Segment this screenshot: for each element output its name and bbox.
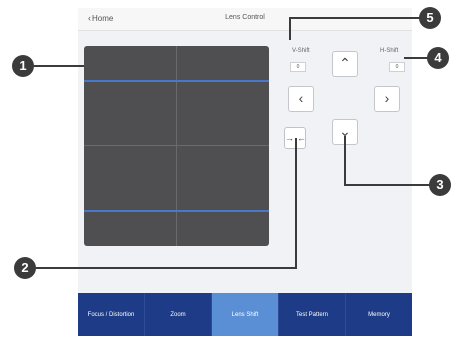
callout-4: 4 (427, 47, 449, 69)
callout-1: 1 (12, 55, 34, 77)
callout-5: 5 (419, 7, 441, 29)
callout-2: 2 (14, 257, 36, 279)
callout-lines (34, 17, 430, 269)
callout-3: 3 (429, 174, 451, 196)
callout-line-5 (289, 17, 420, 40)
callout-line-2 (36, 138, 297, 269)
callout-line-3 (344, 136, 430, 186)
